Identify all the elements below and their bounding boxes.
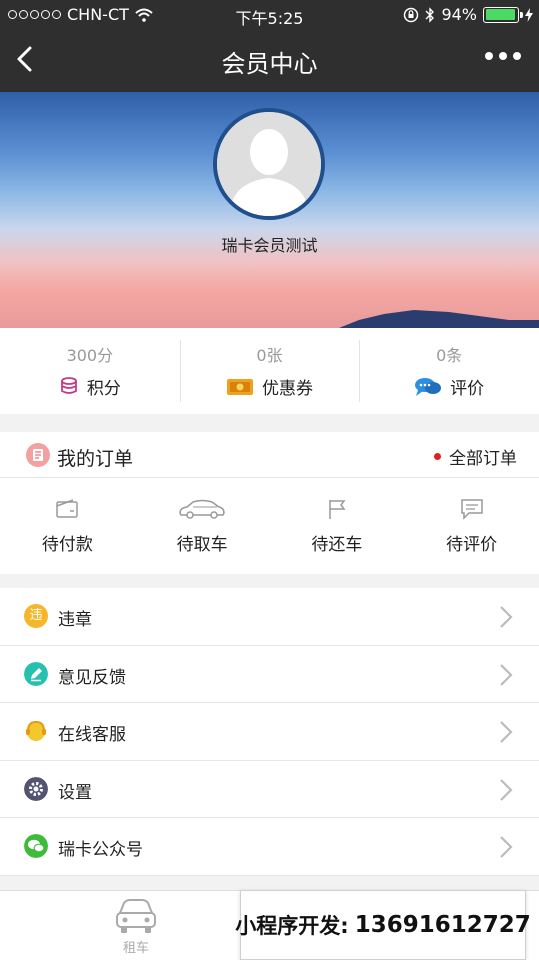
member-stats: 300分 积分 0张 优惠券 0条 评价 — [0, 328, 539, 414]
points-value: 300分 — [66, 346, 114, 365]
chevron-right-icon — [500, 778, 513, 801]
comment-icon — [460, 499, 483, 520]
violations-label: 违章 — [58, 610, 92, 630]
promo-phone: 13691612727 — [354, 912, 531, 938]
wechat-icon — [24, 834, 48, 858]
charging-icon — [525, 7, 533, 22]
promo-label: 小程序开发: — [235, 914, 349, 938]
headset-icon — [26, 720, 46, 741]
stat-coupons[interactable]: 0张 优惠券 — [179, 328, 360, 414]
pending-pickup-label: 待取车 — [176, 535, 228, 555]
stat-points[interactable]: 300分 积分 — [0, 328, 180, 414]
orders-title: 我的订单 — [57, 448, 134, 470]
online-service-label: 在线客服 — [58, 725, 126, 745]
tab-rent-car[interactable]: 租车 — [108, 895, 164, 956]
all-orders-link[interactable]: 全部订单 — [434, 444, 517, 469]
menu-item-official-account[interactable]: 瑞卡公众号 — [0, 818, 539, 876]
pending-payment-label: 待付款 — [41, 535, 93, 555]
promo-banner: 小程序开发: 13691612727 — [235, 890, 531, 960]
member-name: 瑞卡会员测试 — [221, 236, 318, 255]
battery-fill — [485, 9, 515, 20]
order-status-row: 待付款 待取车 待还车 待评价 — [0, 478, 539, 555]
coins-icon — [60, 376, 77, 394]
menu-list: 违 违章 意见反馈 在线客服 设置 瑞卡公众号 — [0, 588, 539, 876]
battery-icon — [483, 6, 523, 23]
chevron-right-icon — [500, 606, 513, 628]
menu-item-feedback[interactable]: 意见反馈 — [0, 646, 539, 703]
chevron-right-icon — [500, 836, 513, 858]
order-pending-pickup[interactable]: 待取车 — [135, 498, 270, 555]
menu-item-settings[interactable]: 设置 — [0, 761, 539, 818]
page-title: 会员中心 — [221, 50, 318, 78]
orientation-lock-icon — [404, 7, 419, 22]
pending-return-label: 待还车 — [311, 535, 363, 555]
my-orders-section: 我的订单 全部订单 待付款 待取车 待还车 待评价 — [0, 432, 539, 574]
bluetooth-icon — [425, 6, 435, 23]
order-pending-review[interactable]: 待评价 — [404, 498, 539, 555]
chevron-right-icon — [500, 663, 513, 686]
points-label: 积分 — [86, 379, 121, 399]
orders-header: 我的订单 全部订单 — [0, 432, 539, 478]
battery-percent: 94% — [441, 5, 477, 24]
car-icon — [116, 899, 156, 933]
status-right: 94% — [403, 5, 533, 24]
pending-review-label: 待评价 — [446, 535, 498, 555]
coupons-value: 0张 — [256, 346, 283, 365]
coupons-label: 优惠券 — [262, 379, 313, 399]
order-pending-payment[interactable]: 待付款 — [0, 498, 135, 555]
user-silhouette-icon — [217, 112, 321, 216]
official-account-label: 瑞卡公众号 — [58, 840, 143, 860]
violation-icon: 违 — [24, 604, 48, 628]
reviews-label: 评价 — [450, 379, 485, 399]
red-dot-icon — [434, 453, 441, 460]
stat-reviews[interactable]: 0条 评价 — [359, 328, 539, 414]
mountain-silhouette — [339, 310, 539, 328]
menu-item-violations[interactable]: 违 违章 — [0, 588, 539, 646]
all-orders-label: 全部订单 — [449, 449, 517, 469]
pencil-icon — [24, 661, 48, 686]
settings-label: 设置 — [58, 782, 92, 803]
flag-icon — [329, 500, 346, 519]
more-options-icon[interactable] — [485, 52, 521, 60]
gear-icon — [24, 776, 48, 801]
order-pending-return[interactable]: 待还车 — [270, 498, 405, 555]
car-icon — [179, 499, 225, 519]
navigation-bar: 会员中心 — [0, 30, 539, 92]
avatar[interactable] — [213, 108, 325, 220]
wallet-icon — [56, 499, 79, 518]
order-list-icon — [26, 443, 50, 467]
reviews-value: 0条 — [436, 346, 463, 365]
coupon-icon — [227, 378, 253, 395]
status-bar: CHN-CT 下午5:25 94% — [0, 0, 539, 30]
feedback-label: 意见反馈 — [58, 667, 126, 688]
menu-item-online-service[interactable]: 在线客服 — [0, 703, 539, 761]
chat-bubbles-icon — [415, 377, 442, 396]
tab-rent-car-label: 租车 — [122, 941, 149, 956]
chevron-right-icon — [500, 721, 513, 743]
profile-banner: 瑞卡会员测试 — [0, 92, 539, 328]
